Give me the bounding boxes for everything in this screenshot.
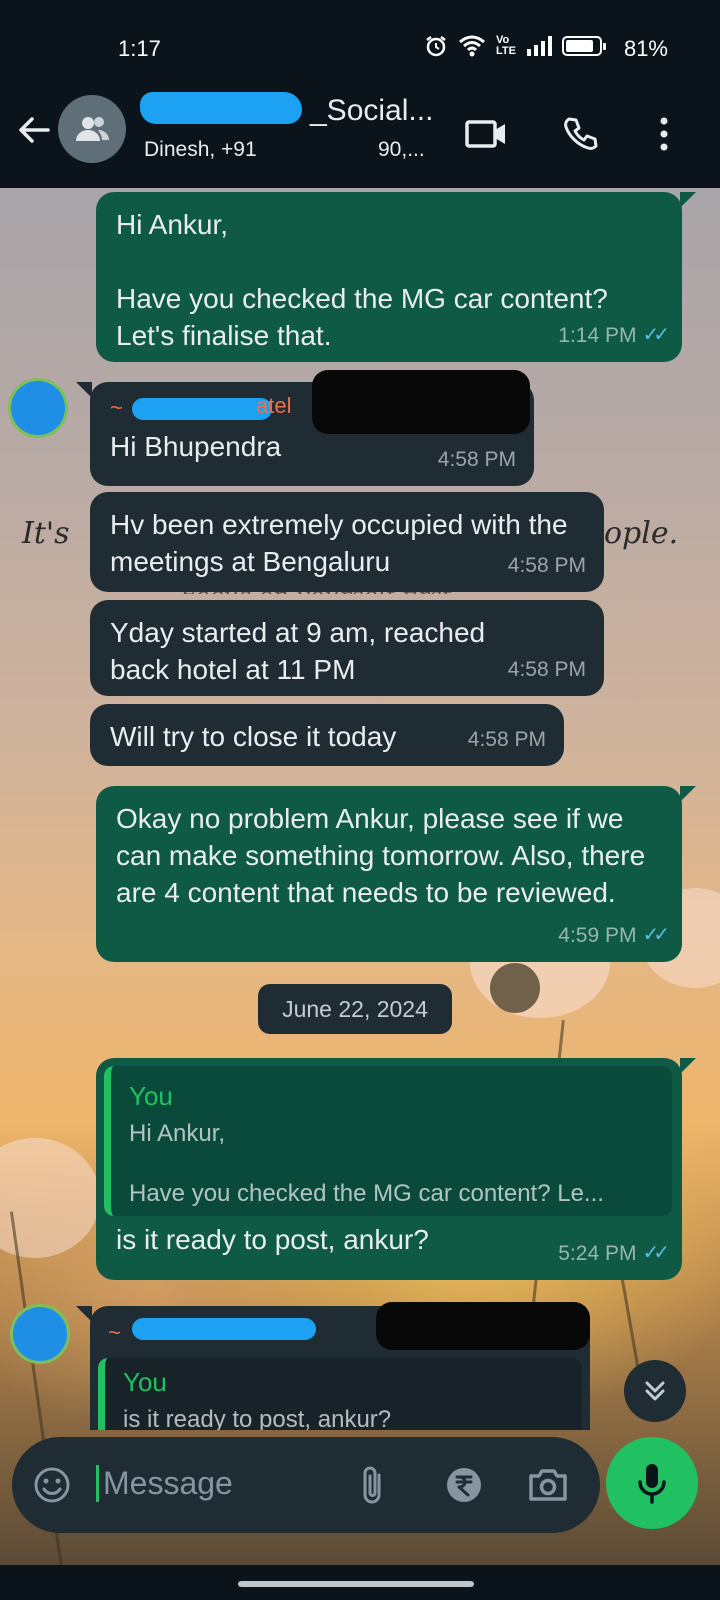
- quote-author: You: [123, 1367, 167, 1397]
- camera-icon: [529, 1469, 567, 1501]
- wallpaper-text-right: ople.: [604, 516, 679, 551]
- attach-icon: [363, 1466, 381, 1504]
- message-meta: 4:58 PM: [468, 721, 546, 758]
- double-chevron-down-icon: [645, 1381, 665, 1401]
- wifi-icon: [459, 35, 485, 57]
- message-meta: 4:58 PM: [508, 547, 586, 584]
- voice-message-button[interactable]: [606, 1437, 698, 1529]
- sender-name: ~: [110, 395, 123, 420]
- camera-button[interactable]: [524, 1461, 572, 1509]
- message-meta: 5:24 PM ✓✓: [558, 1235, 670, 1272]
- participants-text: Dinesh, +91: [144, 138, 257, 161]
- volte-icon: Vo LTE: [496, 34, 516, 57]
- sender-avatar[interactable]: [10, 1304, 70, 1364]
- redaction-mark: [132, 398, 272, 420]
- status-time: 1:17: [118, 36, 161, 61]
- quote-author: You: [129, 1081, 173, 1111]
- emoji-icon: [34, 1467, 70, 1503]
- video-camera-icon: [465, 120, 505, 148]
- message-time: 4:58 PM: [507, 554, 586, 577]
- participants-tail: 90,...: [378, 138, 425, 161]
- bubble-tail: [680, 786, 696, 802]
- message-meta: 4:59 PM ✓✓: [558, 917, 670, 954]
- quoted-message[interactable]: You Hi Ankur, Have you checked the MG ca…: [104, 1066, 672, 1216]
- message-bubble-incoming[interactable]: Will try to close it today 4:58 PM: [90, 704, 564, 766]
- message-time: 1:14 PM: [558, 324, 637, 347]
- quote-line-1: Hi Ankur,: [129, 1120, 226, 1147]
- read-ticks-icon: ✓✓: [642, 1242, 669, 1264]
- scroll-to-bottom-button[interactable]: [624, 1360, 686, 1422]
- read-ticks-icon: ✓✓: [642, 924, 669, 946]
- phone-icon: [564, 117, 598, 150]
- status-icons: Vo LTE: [424, 34, 606, 58]
- quoted-message[interactable]: You is it ready to post, ankur?: [98, 1358, 582, 1430]
- message-composer: Message: [12, 1437, 600, 1533]
- bubble-tail: [76, 1306, 92, 1322]
- message-meta: 4:58 PM: [508, 651, 586, 688]
- back-arrow-icon[interactable]: [14, 110, 54, 150]
- status-bar: 1:17 Vo LTE 81%: [0, 0, 720, 92]
- message-bubble-incoming[interactable]: Hv been extremely occupied with the meet…: [90, 492, 604, 592]
- message-time: 4:59 PM: [558, 924, 637, 947]
- home-gesture-bar[interactable]: [238, 1581, 474, 1587]
- message-text: Okay no problem Ankur, please see if we …: [116, 803, 646, 908]
- battery-percent: 81%: [623, 36, 668, 61]
- message-bubble-incoming[interactable]: Yday started at 9 am, reached back hotel…: [90, 600, 604, 696]
- message-input[interactable]: Message: [96, 1465, 233, 1502]
- battery-icon: [562, 36, 606, 56]
- quote-line-2: Have you checked the MG car content? Le.…: [129, 1180, 604, 1207]
- voice-call-button[interactable]: [558, 112, 602, 156]
- more-options-button[interactable]: [642, 112, 686, 156]
- bubble-tail: [680, 1058, 696, 1074]
- date-divider: June 22, 2024: [258, 984, 452, 1034]
- group-icon: [76, 117, 109, 141]
- message-time: 4:58 PM: [507, 658, 586, 681]
- attach-button[interactable]: [348, 1461, 396, 1509]
- video-call-button[interactable]: [464, 112, 508, 156]
- mic-icon: [638, 1464, 666, 1504]
- sender-name-tail: atel: [256, 393, 292, 418]
- redaction-mark: [132, 1318, 316, 1340]
- message-time: 4:58 PM: [437, 448, 516, 471]
- more-vert-icon: [660, 117, 668, 151]
- alarm-icon: [426, 36, 446, 57]
- sender-avatar[interactable]: [8, 378, 68, 438]
- flower-center: [490, 963, 540, 1013]
- message-bubble-outgoing[interactable]: Hi Ankur, Have you checked the MG car co…: [96, 192, 682, 362]
- message-text: is it ready to post, ankur?: [116, 1224, 429, 1255]
- message-meta: 4:58 PM: [438, 441, 516, 478]
- rupee-icon: [447, 1468, 481, 1502]
- system-nav-bar: [0, 1565, 720, 1600]
- bubble-tail: [76, 382, 92, 398]
- bubble-tail: [680, 192, 696, 208]
- signal-icon: [527, 36, 552, 56]
- message-time: 4:58 PM: [467, 728, 546, 751]
- emoji-button[interactable]: [28, 1461, 76, 1509]
- message-text: Yday started at 9 am, reached back hotel…: [110, 617, 486, 685]
- quote-line-1: is it ready to post, ankur?: [123, 1406, 392, 1430]
- group-avatar[interactable]: [58, 95, 126, 163]
- message-bubble-outgoing[interactable]: Okay no problem Ankur, please see if we …: [96, 786, 682, 962]
- sender-name: ~: [108, 1320, 121, 1345]
- read-ticks-icon: ✓✓: [642, 324, 669, 346]
- message-meta: 1:14 PM ✓✓: [558, 317, 670, 354]
- message-time: 5:24 PM: [558, 1242, 637, 1265]
- wallpaper-text-left: It's: [22, 516, 70, 551]
- payment-button[interactable]: [440, 1461, 488, 1509]
- redaction-mark: [312, 370, 530, 434]
- chat-header: _Social... Dinesh, +91 90,...: [0, 92, 720, 188]
- redaction-mark: [140, 92, 302, 124]
- redaction-mark: [262, 137, 366, 165]
- redaction-mark: [376, 1302, 590, 1350]
